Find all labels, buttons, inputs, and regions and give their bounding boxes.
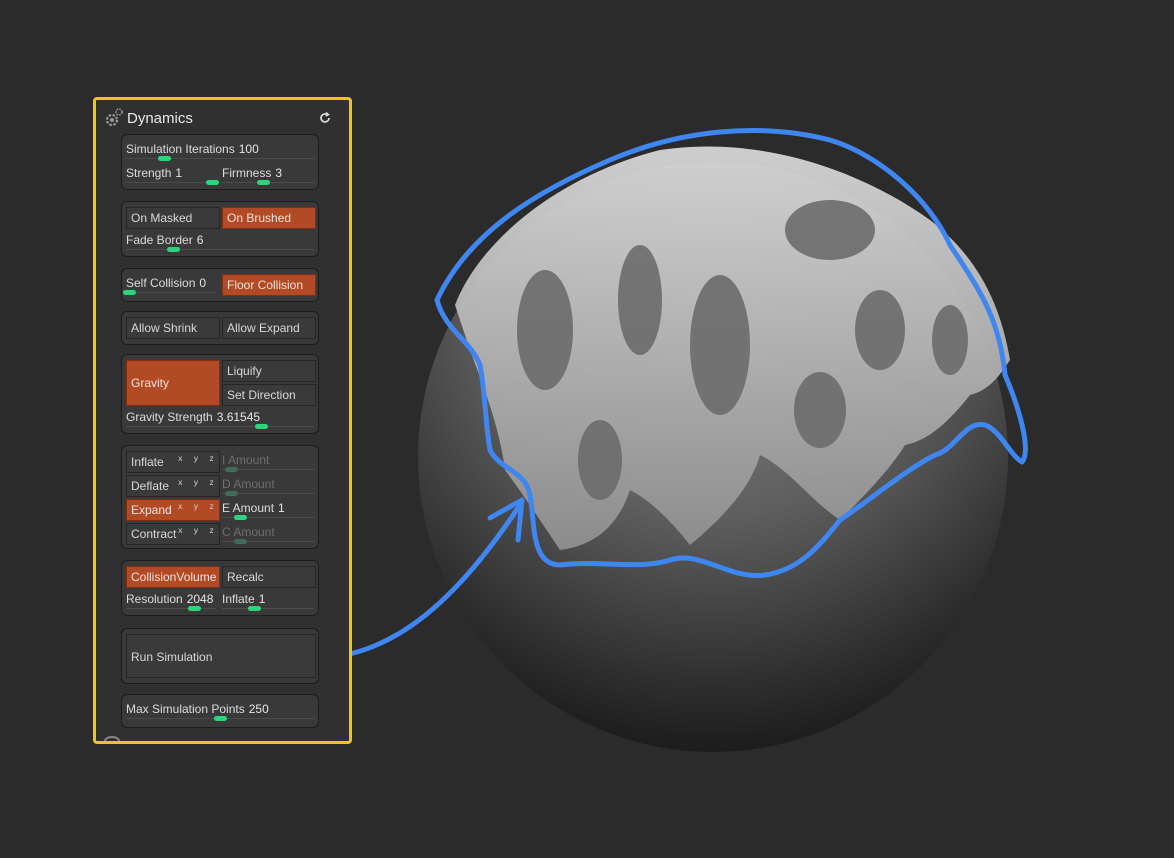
allow-expand-button[interactable]: Allow Expand: [222, 317, 316, 339]
slider-value: 6: [196, 233, 204, 247]
slider-label: Fade Border: [126, 233, 193, 247]
slider-label: Max Simulation Points: [126, 702, 245, 716]
slider-label: I Amount: [222, 453, 270, 467]
deflate-button[interactable]: Deflate x y z: [126, 475, 220, 497]
collision-volume-button[interactable]: CollisionVolume: [126, 566, 220, 588]
resolution-slider[interactable]: Resolution 2048: [122, 589, 220, 611]
slider-label: E Amount: [222, 501, 275, 515]
refresh-icon[interactable]: [318, 111, 332, 125]
dynamics-panel: Dynamics Simulation Iterations 100 Streng…: [93, 97, 352, 744]
d-amount-slider[interactable]: D Amount: [218, 474, 318, 496]
expand-button[interactable]: Expand x y z: [126, 499, 220, 521]
e-amount-slider[interactable]: E Amount 1: [218, 498, 318, 520]
run-simulation-label: Run Simulation: [131, 650, 213, 664]
slider-value: 0: [199, 276, 207, 290]
expand-label: Expand: [131, 503, 172, 517]
gravity-group: Gravity Liquify Set Direction Gravity St…: [121, 354, 319, 434]
gravity-button[interactable]: Gravity: [126, 360, 220, 406]
xyz-axis-icon[interactable]: x y z: [178, 502, 217, 511]
slider-value: 2048: [186, 592, 214, 606]
gear-icon: [105, 108, 123, 127]
slider-knob[interactable]: [234, 515, 248, 520]
run-simulation-button[interactable]: Run Simulation: [126, 634, 316, 678]
shrink-expand-group: Allow Shrink Allow Expand: [121, 311, 319, 345]
slider-knob[interactable]: [214, 716, 227, 721]
slider-label: Resolution: [126, 592, 183, 606]
on-masked-button[interactable]: On Masked: [126, 207, 220, 229]
slider-label: Firmness: [222, 166, 272, 180]
xyz-axis-icon[interactable]: x y z: [178, 478, 217, 487]
liquify-button[interactable]: Liquify: [222, 360, 316, 382]
slider-knob[interactable]: [157, 156, 171, 161]
slider-knob[interactable]: [187, 606, 201, 611]
slider-knob[interactable]: [225, 491, 239, 496]
slider-label: Self Collision: [126, 276, 196, 290]
slider-knob[interactable]: [225, 467, 239, 472]
floor-collision-button[interactable]: Floor Collision: [222, 274, 316, 296]
set-direction-button[interactable]: Set Direction: [222, 384, 316, 406]
inflate-label: Inflate: [131, 455, 164, 469]
fade-border-slider[interactable]: Fade Border 6: [122, 230, 318, 252]
firmness-slider[interactable]: Firmness 3: [218, 163, 318, 185]
i-amount-slider[interactable]: I Amount: [218, 450, 318, 472]
slider-value: 1: [175, 166, 183, 180]
slider-value: 1: [278, 501, 285, 515]
collision-group: Self Collision 0 Floor Collision: [121, 268, 319, 302]
next-panel-header-edge[interactable]: [104, 736, 120, 741]
slider-knob[interactable]: [234, 539, 248, 544]
slider-label: Gravity Strength: [126, 410, 213, 424]
xyz-axis-icon[interactable]: x y z: [178, 526, 217, 535]
deform-group: Inflate x y z I Amount Deflate x y z D Amo…: [121, 445, 319, 549]
max-points-group: Max Simulation Points 250: [121, 694, 319, 728]
gravity-strength-slider[interactable]: Gravity Strength 3.61545: [122, 407, 318, 429]
slider-label: Inflate: [222, 592, 255, 606]
slider-knob[interactable]: [255, 424, 269, 429]
slider-knob[interactable]: [167, 247, 180, 252]
gravity-label: Gravity: [131, 376, 170, 390]
slider-value: 100: [238, 142, 259, 156]
mask-group: On Masked On Brushed Fade Border 6: [121, 201, 319, 257]
slider-value: 3: [275, 166, 283, 180]
slider-label: Strength: [126, 166, 172, 180]
slider-value: 1: [258, 592, 266, 606]
recalc-button[interactable]: Recalc: [222, 566, 316, 588]
contract-label: Contract: [131, 527, 177, 541]
on-brushed-button[interactable]: On Brushed: [222, 207, 316, 229]
max-simulation-points-slider[interactable]: Max Simulation Points 250: [122, 699, 318, 721]
slider-value: 3.61545: [216, 410, 261, 424]
inflate-button[interactable]: Inflate x y z: [126, 451, 220, 473]
collision-volume-group: CollisionVolume Recalc Resolution 2048 In…: [121, 560, 319, 616]
c-amount-slider[interactable]: C Amount: [218, 522, 318, 544]
slider-label: D Amount: [222, 477, 275, 491]
contract-button[interactable]: Contract x y z: [126, 523, 220, 545]
xyz-axis-icon[interactable]: x y z: [178, 454, 217, 463]
slider-knob[interactable]: [205, 180, 219, 185]
allow-shrink-button[interactable]: Allow Shrink: [126, 317, 220, 339]
simulation-group: Simulation Iterations 100 Strength 1 Firmn…: [121, 134, 319, 190]
slider-label: C Amount: [222, 525, 275, 539]
self-collision-slider[interactable]: Self Collision 0: [122, 273, 220, 295]
slider-value: 250: [248, 702, 269, 716]
slider-knob[interactable]: [248, 606, 262, 611]
panel-title: Dynamics: [127, 110, 193, 127]
slider-knob[interactable]: [122, 290, 136, 295]
strength-slider[interactable]: Strength 1: [122, 163, 220, 185]
simulation-iterations-slider[interactable]: Simulation Iterations 100: [122, 139, 318, 161]
volume-inflate-slider[interactable]: Inflate 1: [218, 589, 318, 611]
slider-label: Simulation Iterations: [126, 142, 235, 156]
panel-header[interactable]: Dynamics: [96, 100, 349, 134]
slider-knob[interactable]: [257, 180, 271, 185]
deflate-label: Deflate: [131, 479, 170, 493]
run-group: Run Simulation: [121, 628, 319, 684]
